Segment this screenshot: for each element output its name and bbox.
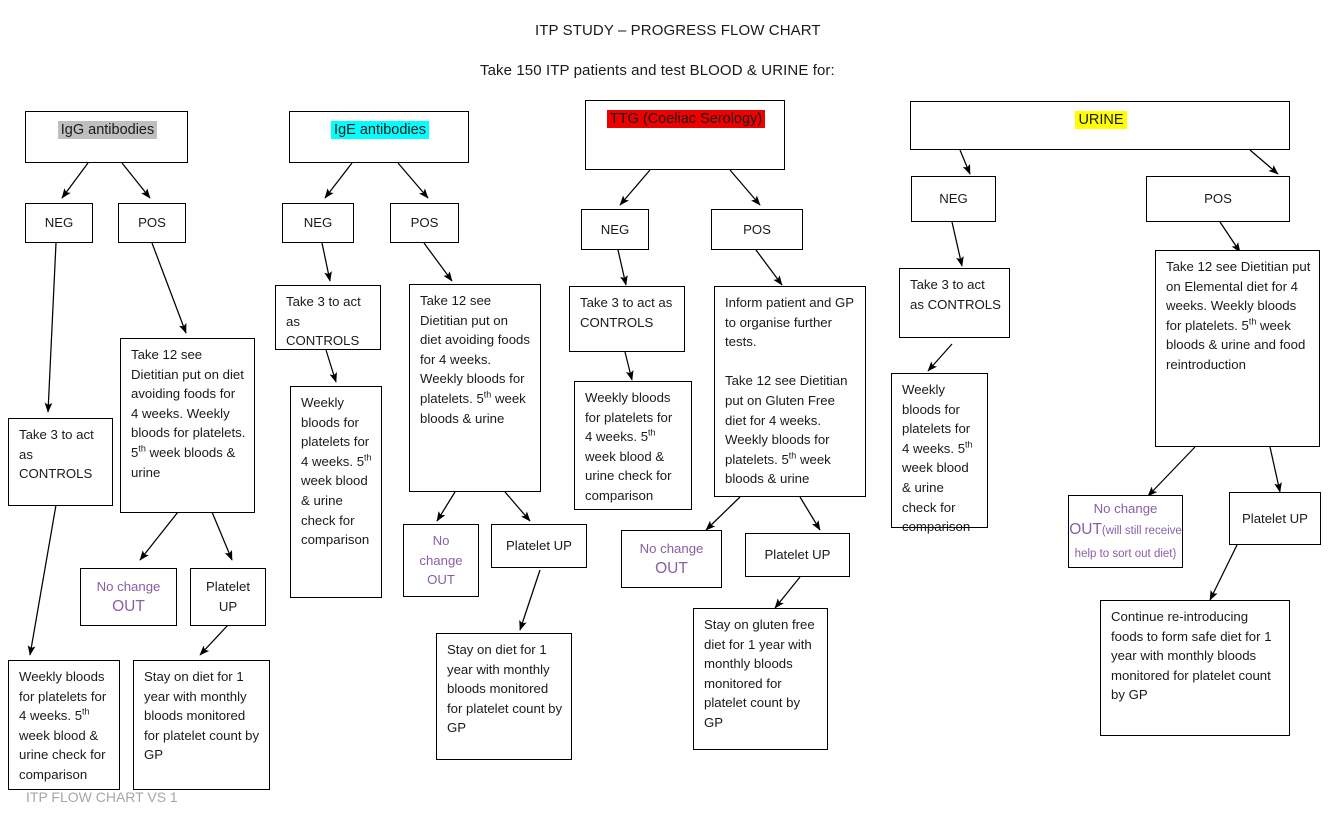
urine-control-outcome-box[interactable]: Weekly bloods for platelets for 4 weeks.… <box>891 373 988 534</box>
igg-neg-box[interactable]: NEG <box>25 203 93 243</box>
igg-no-change-out-box[interactable]: No change OUT <box>80 568 177 626</box>
igg-neg-label: NEG <box>44 215 74 231</box>
ige-pos-box[interactable]: POS <box>390 203 459 243</box>
igg-pos-box[interactable]: POS <box>118 203 186 243</box>
urine-diet-box[interactable]: Take 12 see Dietitian put on Elemental d… <box>1155 250 1320 447</box>
igg-diet-label: Take 12 see Dietitian put on diet avoidi… <box>131 347 246 480</box>
urine-pos-label: POS <box>1204 191 1232 207</box>
igg-final-label: Stay on diet for 1 year with monthly blo… <box>144 669 260 763</box>
urine-platelet-up-box[interactable]: Platelet UP <box>1229 492 1321 545</box>
header-box-ttg[interactable]: TTG (Coeliac Serology) <box>585 100 785 170</box>
ttg-platelet-up-box[interactable]: Platelet UP <box>745 533 850 577</box>
ttg-controls-box[interactable]: Take 3 to act as CONTROLS <box>569 286 685 352</box>
ige-neg-box[interactable]: NEG <box>282 203 354 243</box>
page-title: ITP STUDY – PROGRESS FLOW CHART <box>535 22 821 39</box>
ttg-no-change-label: No change <box>639 541 704 557</box>
urine-final-box[interactable]: Continue re-introducing foods to form sa… <box>1100 600 1290 736</box>
urine-control-outcome-label: Weekly bloods for platelets for 4 weeks.… <box>902 382 973 535</box>
ige-controls-box[interactable]: Take 3 to act as CONTROLS <box>275 285 381 350</box>
header-box-igg[interactable]: IgG antibodies <box>25 111 188 163</box>
igg-platelet-up-box[interactable]: Platelet UP <box>190 568 266 626</box>
ttg-out-label: OUT <box>655 560 688 577</box>
urine-platelet-label: Platelet UP <box>1242 510 1308 526</box>
ige-no-change-out-box[interactable]: No change OUT <box>403 524 479 597</box>
ige-diet-label: Take 12 see Dietitian put on diet avoidi… <box>420 293 530 426</box>
ttg-final-label: Stay on gluten free diet for 1 year with… <box>704 617 815 730</box>
urine-controls-label: Take 3 to act as CONTROLS <box>910 277 1001 312</box>
igg-highlight-label: IgG antibodies <box>57 121 158 139</box>
igg-platelet-label: Platelet UP <box>206 579 250 614</box>
igg-control-outcome-box[interactable]: Weekly bloods for platelets for 4 weeks.… <box>8 660 120 790</box>
flowchart-canvas: ITP STUDY – PROGRESS FLOW CHART Take 150… <box>0 0 1333 818</box>
ige-diet-box[interactable]: Take 12 see Dietitian put on diet avoidi… <box>409 284 541 492</box>
ttg-controls-label: Take 3 to act as CONTROLS <box>580 295 673 330</box>
ttg-neg-label: NEG <box>600 221 630 237</box>
ige-no-change-label: No change <box>419 533 463 568</box>
igg-diet-box[interactable]: Take 12 see Dietitian put on diet avoidi… <box>120 338 255 513</box>
urine-neg-box[interactable]: NEG <box>911 176 996 222</box>
urine-no-change-out-box[interactable]: No change OUT(will still receive help to… <box>1068 495 1183 568</box>
footer-label: ITP FLOW CHART VS 1 <box>26 789 178 805</box>
ige-final-label: Stay on diet for 1 year with monthly blo… <box>447 642 563 736</box>
urine-highlight-label: URINE <box>1075 111 1127 129</box>
ige-final-box[interactable]: Stay on diet for 1 year with monthly blo… <box>436 633 572 760</box>
ige-controls-label: Take 3 to act as CONTROLS <box>286 294 361 349</box>
ttg-platelet-label: Platelet UP <box>764 547 831 563</box>
page-subtitle: Take 150 ITP patients and test BLOOD & U… <box>480 62 835 79</box>
igg-control-outcome-label: Weekly bloods for platelets for 4 weeks.… <box>19 669 107 782</box>
urine-out-label: OUT <box>1069 521 1102 538</box>
ttg-neg-box[interactable]: NEG <box>581 209 649 250</box>
ttg-no-change-out-box[interactable]: No change OUT <box>621 530 722 588</box>
ige-neg-label: NEG <box>303 215 333 231</box>
ige-platelet-up-box[interactable]: Platelet UP <box>491 524 587 568</box>
ttg-pos-box[interactable]: POS <box>711 209 803 250</box>
ttg-final-box[interactable]: Stay on gluten free diet for 1 year with… <box>693 608 828 750</box>
ttg-diet-box[interactable]: Inform patient and GP to organise furthe… <box>714 286 866 497</box>
igg-controls-box[interactable]: Take 3 to act as CONTROLS <box>8 418 113 506</box>
ttg-control-outcome-label: Weekly bloods for platelets for 4 weeks.… <box>585 390 673 503</box>
urine-pos-box[interactable]: POS <box>1146 176 1290 222</box>
ige-platelet-label: Platelet UP <box>506 538 572 554</box>
urine-final-label: Continue re-introducing foods to form sa… <box>1111 609 1272 703</box>
urine-controls-box[interactable]: Take 3 to act as CONTROLS <box>899 268 1010 338</box>
ige-control-outcome-label: Weekly bloods for platelets for 4 weeks.… <box>301 395 372 548</box>
urine-no-change-label: No change <box>1093 501 1158 516</box>
ige-out-label: OUT <box>427 572 455 588</box>
igg-final-box[interactable]: Stay on diet for 1 year with monthly blo… <box>133 660 270 790</box>
ttg-pos-label: POS <box>743 221 771 237</box>
ige-pos-label: POS <box>410 215 439 231</box>
igg-out-label: OUT <box>112 598 145 615</box>
igg-pos-label: POS <box>138 215 166 231</box>
urine-neg-label: NEG <box>939 191 968 207</box>
ttg-highlight-label: TTG (Coeliac Serology) <box>606 110 766 128</box>
igg-controls-label: Take 3 to act as CONTROLS <box>19 427 94 482</box>
ige-control-outcome-box[interactable]: Weekly bloods for platelets for 4 weeks.… <box>290 386 382 598</box>
ige-highlight-label: IgE antibodies <box>331 121 429 139</box>
urine-diet-label: Take 12 see Dietitian put on Elemental d… <box>1166 259 1311 372</box>
header-box-urine[interactable]: URINE <box>910 101 1290 150</box>
igg-no-change-label: No change <box>96 579 161 595</box>
ttg-diet-label: Inform patient and GP to organise furthe… <box>725 295 854 487</box>
header-box-ige[interactable]: IgE antibodies <box>289 111 469 163</box>
ttg-control-outcome-box[interactable]: Weekly bloods for platelets for 4 weeks.… <box>574 381 692 510</box>
